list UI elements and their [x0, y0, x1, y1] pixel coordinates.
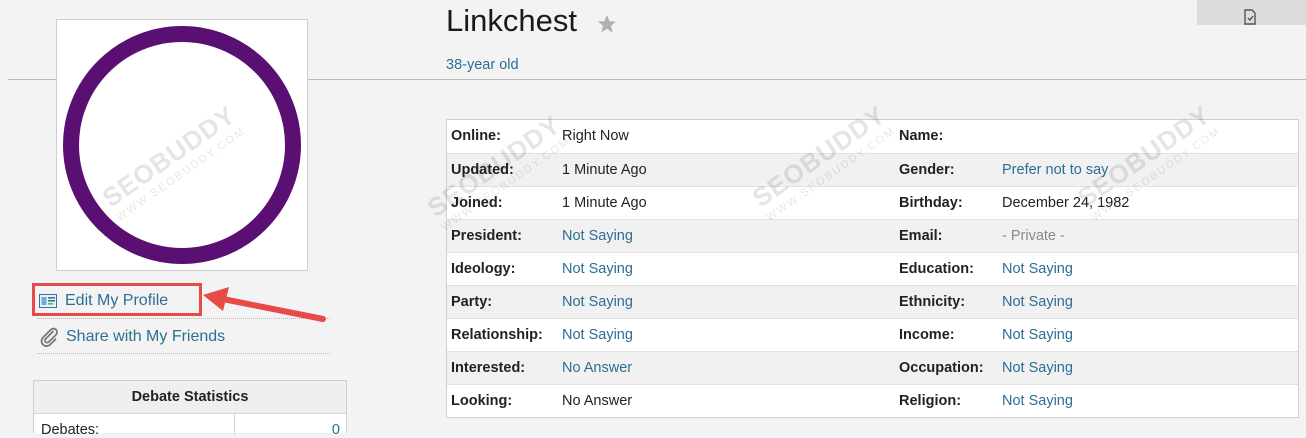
table-row: President: Not Saying Email: - Private -	[447, 219, 1298, 252]
field-value: Right Now	[562, 128, 629, 144]
field-label: Online:	[451, 128, 501, 144]
table-row: Joined: 1 Minute Ago Birthday: December …	[447, 186, 1298, 219]
field-label: Gender:	[899, 162, 955, 178]
field-value-link[interactable]: No Answer	[562, 360, 632, 376]
page-title: Linkchest	[446, 3, 577, 38]
table-row: Online: Right Now Name:	[447, 120, 1298, 152]
star-icon[interactable]	[597, 14, 617, 34]
field-label: Birthday:	[899, 195, 963, 211]
highlight-box	[32, 283, 202, 316]
stats-row: Debates: 0	[34, 414, 346, 438]
debate-statistics-panel: Debate Statistics Debates: 0	[33, 380, 347, 438]
annotation-arrow	[203, 287, 326, 322]
corner-panel[interactable]	[1197, 0, 1306, 25]
field-label: Occupation:	[899, 360, 984, 376]
field-value-link[interactable]: Not Saying	[562, 327, 633, 343]
field-value-link[interactable]: Not Saying	[1002, 393, 1073, 409]
field-label: Interested:	[451, 360, 526, 376]
field-value-link[interactable]: Not Saying	[562, 228, 633, 244]
field-label: Name:	[899, 128, 944, 144]
stats-divider	[234, 414, 235, 435]
divider	[37, 353, 330, 354]
field-value: No Answer	[562, 393, 633, 409]
field-value: 1 Minute Ago	[562, 162, 647, 178]
document-icon[interactable]	[1242, 9, 1258, 25]
field-value: - Private -	[1002, 228, 1065, 244]
avatar[interactable]	[56, 19, 308, 271]
field-value-link[interactable]: Not Saying	[1002, 327, 1073, 343]
field-value-link[interactable]: Not Saying	[562, 261, 633, 277]
stats-label: Debates:	[41, 422, 100, 438]
field-label: Income:	[899, 327, 955, 343]
field-label: Party:	[451, 294, 493, 310]
field-label: Joined:	[451, 195, 503, 211]
field-value-link[interactable]: Not Saying	[562, 294, 633, 310]
field-label: Religion:	[899, 393, 962, 409]
profile-info-table: Online: Right Now Name: Updated: 1 Minut…	[446, 119, 1299, 418]
purple-ring	[63, 26, 301, 264]
stats-value[interactable]: 0	[332, 422, 340, 438]
table-row: Party: Not Saying Ethnicity: Not Saying	[447, 285, 1298, 318]
table-row: Updated: 1 Minute Ago Gender: Prefer not…	[447, 153, 1298, 186]
field-label: Email:	[899, 228, 943, 244]
field-label: Education:	[899, 261, 974, 277]
table-row: Relationship: Not Saying Income: Not Say…	[447, 318, 1298, 351]
field-value-link[interactable]: Not Saying	[1002, 360, 1073, 376]
age-label: 38-year old	[446, 57, 519, 73]
field-value: 1 Minute Ago	[562, 195, 647, 211]
field-label: Looking:	[451, 393, 513, 409]
field-value-link[interactable]: Not Saying	[1002, 261, 1073, 277]
paperclip-icon	[40, 327, 58, 347]
table-row: Ideology: Not Saying Education: Not Sayi…	[447, 252, 1298, 285]
table-row: Looking: No Answer Religion: Not Saying	[447, 384, 1298, 417]
field-value-link[interactable]: Prefer not to say	[1002, 162, 1108, 178]
share-link[interactable]: Share with My Friends	[66, 328, 225, 346]
field-value: December 24, 1982	[1002, 195, 1130, 211]
field-label: President:	[451, 228, 522, 244]
field-label: Relationship:	[451, 327, 543, 343]
field-label: Ideology:	[451, 261, 516, 277]
field-label: Ethnicity:	[899, 294, 966, 310]
field-value-link[interactable]: Not Saying	[1002, 294, 1073, 310]
field-label: Updated:	[451, 162, 514, 178]
stats-title: Debate Statistics	[34, 381, 346, 414]
table-row: Interested: No Answer Occupation: Not Sa…	[447, 351, 1298, 384]
